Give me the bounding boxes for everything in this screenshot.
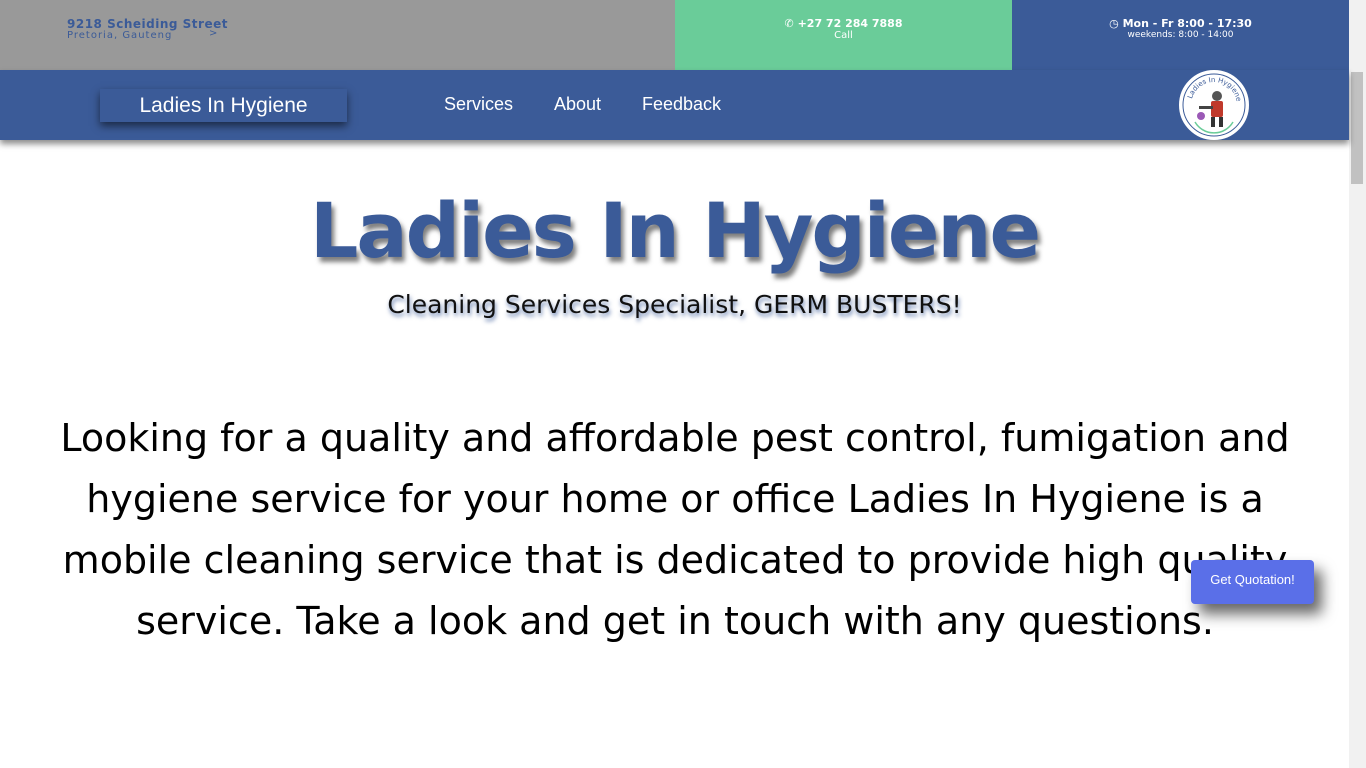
pest-control-technician-logo: Ladies In Hygiene xyxy=(1182,73,1246,137)
intro-paragraph: Looking for a quality and affordable pes… xyxy=(60,416,1290,643)
hero-title: Ladies In Hygiene xyxy=(309,186,1041,275)
main-navbar: Ladies In Hygiene Services About Feedbac… xyxy=(0,70,1349,140)
scrollbar-thumb[interactable] xyxy=(1351,72,1363,184)
hours-weekend: weekends: 8:00 - 14:00 xyxy=(1127,30,1234,40)
company-logo[interactable]: Ladies In Hygiene xyxy=(1179,70,1249,140)
brand-button[interactable]: Ladies In Hygiene xyxy=(100,89,347,122)
nav-services[interactable]: Services xyxy=(444,94,513,115)
address-city: Pretoria, Gauteng xyxy=(67,30,173,41)
nav-about[interactable]: About xyxy=(554,94,601,115)
get-quotation-button[interactable]: Get Quotation! xyxy=(1191,560,1314,604)
hours-line: ◷ Mon - Fr 8:00 - 17:30 xyxy=(1012,17,1349,30)
address-block[interactable]: 9218 Scheiding Street Pretoria, Gauteng … xyxy=(0,0,675,70)
phone-icon: ✆ xyxy=(784,17,794,30)
top-info-bar: 9218 Scheiding Street Pretoria, Gauteng … xyxy=(0,0,1349,70)
page-scrollbar[interactable] xyxy=(1349,0,1366,768)
nav-feedback[interactable]: Feedback xyxy=(642,94,721,115)
hours-block: ◷ Mon - Fr 8:00 - 17:30 weekends: 8:00 -… xyxy=(1012,0,1349,70)
address-street: 9218 Scheiding Street xyxy=(67,17,228,31)
phone-block[interactable]: ✆ +27 72 284 7888 Call xyxy=(675,0,1012,70)
phone-label: Call xyxy=(834,30,853,41)
hours-main: Mon - Fr 8:00 - 17:30 xyxy=(1122,17,1252,30)
phone-line: ✆ +27 72 284 7888 xyxy=(675,17,1012,30)
hero-subtitle: Cleaning Services Specialist, GERM BUSTE… xyxy=(387,290,962,319)
chevron-right-icon[interactable]: > xyxy=(209,28,217,39)
clock-icon: ◷ xyxy=(1109,17,1119,30)
phone-number: +27 72 284 7888 xyxy=(797,17,903,30)
